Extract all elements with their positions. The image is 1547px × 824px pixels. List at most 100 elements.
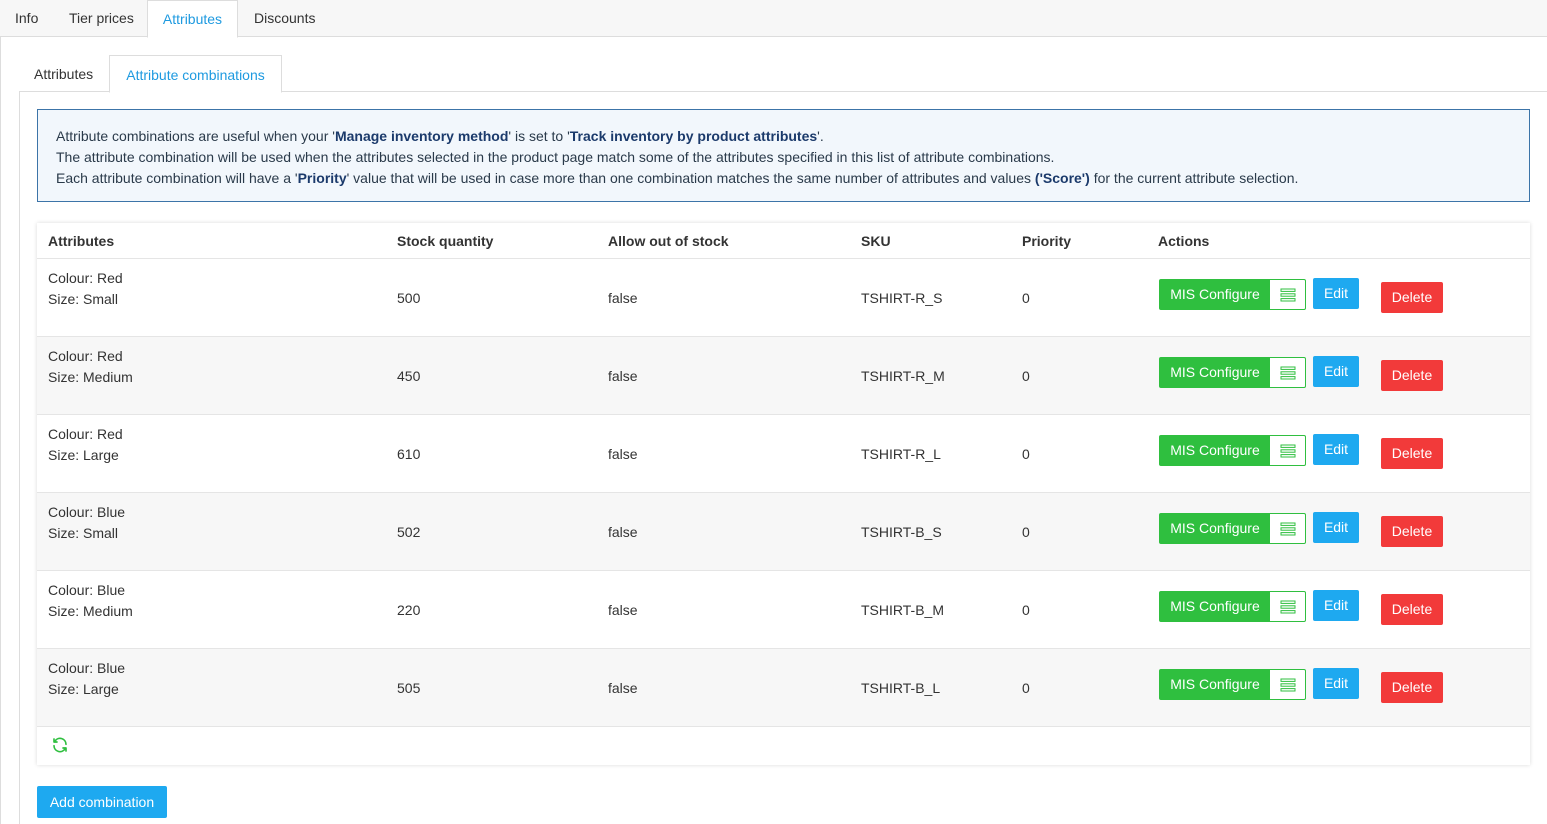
stock-quantity-cell: 500 [397, 290, 421, 306]
tab-info[interactable]: Info [15, 0, 38, 37]
table-row: Colour: Red Size: Medium 450 false TSHIRT-R_… [37, 337, 1530, 415]
subtab-attribute-combinations[interactable]: Attribute combinations [109, 55, 282, 93]
header-stock-quantity: Stock quantity [397, 233, 494, 249]
mis-configure-button[interactable]: MIS Configure [1159, 591, 1306, 622]
table-row: Colour: Blue Size: Large 505 false TSHIRT-B_… [37, 649, 1530, 727]
attributes-cell: Colour: Red Size: Large [48, 424, 123, 466]
list-icon[interactable] [1271, 592, 1305, 621]
list-icon[interactable] [1271, 670, 1305, 699]
list-icon[interactable] [1271, 280, 1305, 309]
colour-value: Colour: Blue [48, 504, 126, 520]
stock-quantity-cell: 502 [397, 524, 421, 540]
size-value: Size: Medium [48, 603, 133, 619]
size-value: Size: Medium [48, 369, 133, 385]
attributes-cell: Colour: Blue Size: Small [48, 502, 125, 544]
delete-button[interactable]: Delete [1381, 360, 1443, 391]
priority-cell: 0 [1022, 290, 1030, 306]
info-line-1: Attribute combinations are useful when y… [56, 128, 824, 144]
sku-cell: TSHIRT-R_S [861, 290, 943, 306]
allow-out-of-stock-cell: false [608, 680, 638, 696]
combinations-table: Attributes Stock quantity Allow out of s… [37, 223, 1530, 765]
colour-value: Colour: Blue [48, 660, 126, 676]
header-actions: Actions [1158, 233, 1210, 249]
edit-button[interactable]: Edit [1313, 590, 1359, 621]
attributes-cell: Colour: Blue Size: Large [48, 658, 125, 700]
allow-out-of-stock-cell: false [608, 290, 638, 306]
attributes-cell: Colour: Blue Size: Medium [48, 580, 133, 622]
top-tabs: Info Tier prices Attributes Discounts [0, 0, 1547, 38]
priority-cell: 0 [1022, 602, 1030, 618]
subtab-attributes[interactable]: Attributes [34, 55, 93, 92]
size-value: Size: Large [48, 447, 119, 463]
list-icon[interactable] [1271, 436, 1305, 465]
mis-configure-button[interactable]: MIS Configure [1159, 279, 1306, 310]
sku-cell: TSHIRT-R_M [861, 368, 945, 384]
stock-quantity-cell: 505 [397, 680, 421, 696]
mis-configure-label: MIS Configure [1160, 436, 1270, 465]
table-row: Colour: Blue Size: Medium 220 false TSHIRT-B… [37, 571, 1530, 649]
table-header: Attributes Stock quantity Allow out of s… [37, 223, 1530, 259]
info-box: Attribute combinations are useful when y… [37, 109, 1530, 202]
sub-tabs: Attributes Attribute combinations [19, 55, 1547, 93]
mis-configure-button[interactable]: MIS Configure [1159, 357, 1306, 388]
priority-cell: 0 [1022, 680, 1030, 696]
header-priority: Priority [1022, 233, 1072, 249]
allow-out-of-stock-cell: false [608, 446, 638, 462]
add-combination-button[interactable]: Add combination [37, 786, 167, 818]
tab-attributes[interactable]: Attributes [147, 0, 238, 38]
mis-configure-label: MIS Configure [1160, 514, 1270, 543]
allow-out-of-stock-cell: false [608, 368, 638, 384]
priority-cell: 0 [1022, 446, 1030, 462]
sku-cell: TSHIRT-B_S [861, 524, 942, 540]
table-row: Colour: Red Size: Small 500 false TSHIRT-R_S… [37, 259, 1530, 337]
info-line-2: The attribute combination will be used w… [56, 149, 1055, 165]
mis-configure-label: MIS Configure [1160, 670, 1270, 699]
mis-configure-label: MIS Configure [1160, 280, 1270, 309]
size-value: Size: Small [48, 525, 119, 541]
size-value: Size: Small [48, 291, 119, 307]
stock-quantity-cell: 450 [397, 368, 421, 384]
header-allow-out-of-stock: Allow out of stock [608, 233, 729, 249]
priority-cell: 0 [1022, 524, 1030, 540]
colour-value: Colour: Red [48, 270, 123, 286]
table-row: Colour: Red Size: Large 610 false TSHIRT-R_L… [37, 415, 1530, 493]
colour-value: Colour: Red [48, 348, 123, 364]
allow-out-of-stock-cell: false [608, 602, 638, 618]
edit-button[interactable]: Edit [1313, 356, 1359, 387]
delete-button[interactable]: Delete [1381, 672, 1443, 703]
attributes-cell: Colour: Red Size: Small [48, 268, 123, 310]
delete-button[interactable]: Delete [1381, 594, 1443, 625]
delete-button[interactable]: Delete [1381, 282, 1443, 313]
list-icon[interactable] [1271, 358, 1305, 387]
stock-quantity-cell: 610 [397, 446, 421, 462]
edit-button[interactable]: Edit [1313, 434, 1359, 465]
priority-cell: 0 [1022, 368, 1030, 384]
mis-configure-label: MIS Configure [1160, 592, 1270, 621]
sku-cell: TSHIRT-R_L [861, 446, 941, 462]
mis-configure-label: MIS Configure [1160, 358, 1270, 387]
header-attributes: Attributes [48, 233, 115, 249]
edit-button[interactable]: Edit [1313, 278, 1359, 309]
stock-quantity-cell: 220 [397, 602, 421, 618]
mis-configure-button[interactable]: MIS Configure [1159, 435, 1306, 466]
sku-cell: TSHIRT-B_L [861, 680, 941, 696]
colour-value: Colour: Blue [48, 582, 126, 598]
list-icon[interactable] [1271, 514, 1305, 543]
colour-value: Colour: Red [48, 426, 123, 442]
mis-configure-button[interactable]: MIS Configure [1159, 669, 1306, 700]
mis-configure-button[interactable]: MIS Configure [1159, 513, 1306, 544]
tab-tier-prices[interactable]: Tier prices [69, 0, 134, 37]
delete-button[interactable]: Delete [1381, 516, 1443, 547]
info-line-3: Each attribute combination will have a '… [56, 170, 1299, 186]
edit-button[interactable]: Edit [1313, 512, 1359, 543]
header-sku: SKU [861, 233, 891, 249]
edit-button[interactable]: Edit [1313, 668, 1359, 699]
delete-button[interactable]: Delete [1381, 438, 1443, 469]
attributes-cell: Colour: Red Size: Medium [48, 346, 133, 388]
size-value: Size: Large [48, 681, 119, 697]
refresh-icon[interactable] [51, 736, 69, 754]
table-row: Colour: Blue Size: Small 502 false TSHIRT-B_… [37, 493, 1530, 571]
allow-out-of-stock-cell: false [608, 524, 638, 540]
tab-discounts[interactable]: Discounts [254, 0, 315, 37]
sku-cell: TSHIRT-B_M [861, 602, 944, 618]
